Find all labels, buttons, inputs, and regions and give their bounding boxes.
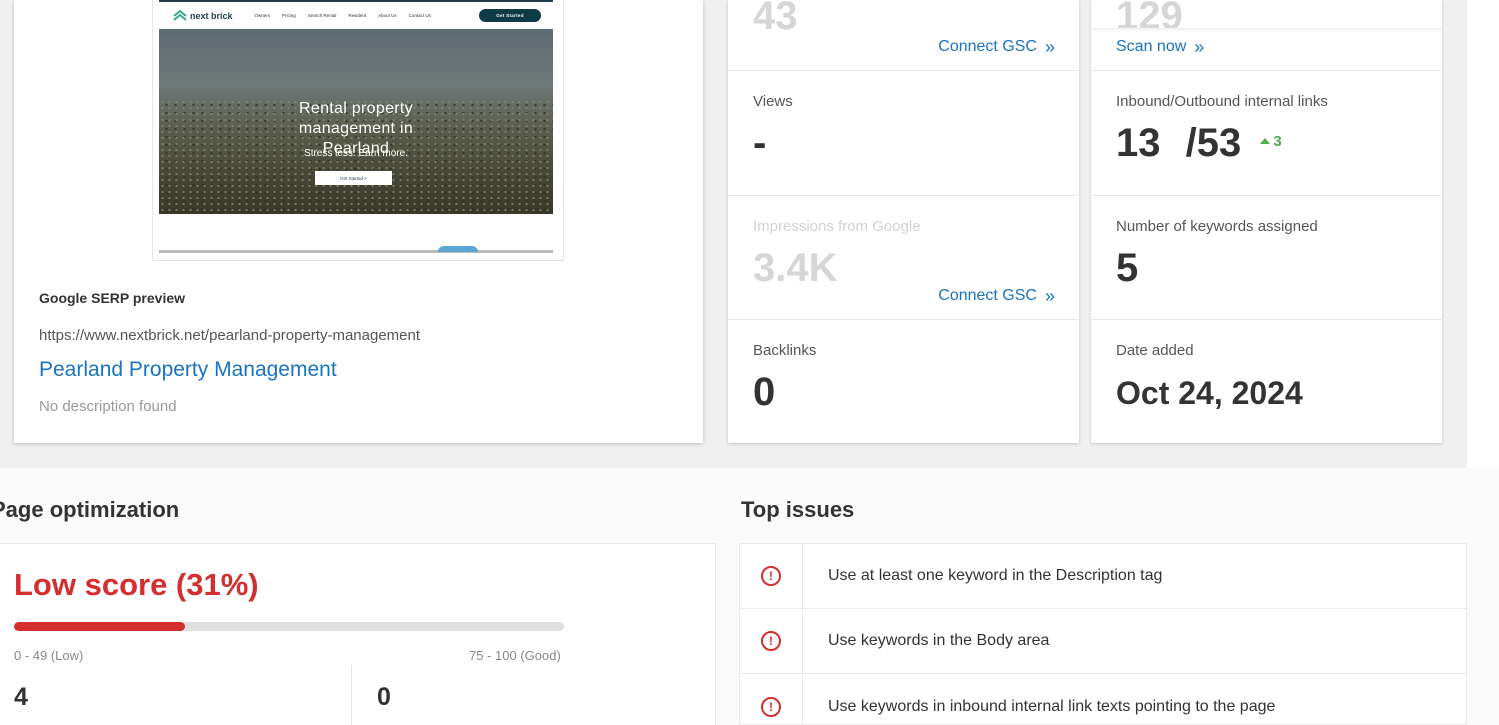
metric-cell-date-added: Date added Oct 24, 2024 <box>1091 320 1442 443</box>
metric-cell-impressions: Impressions from Google 3.4K Connect GSC… <box>728 196 1079 320</box>
thumbnail-hero: Rental property management in Pearland S… <box>159 29 553 214</box>
keywords-label: Number of keywords assigned <box>1116 218 1318 235</box>
thumb-nav-contact: Contact Us <box>408 13 431 18</box>
internal-links-value: 13 /53 3 <box>1116 121 1282 166</box>
thumb-nav-owners: Owners <box>254 13 271 18</box>
issue-text: Use at least one keyword in the Descript… <box>828 567 1163 584</box>
thumbnail-scrollbar <box>159 250 553 253</box>
optimization-score-bar <box>14 622 564 631</box>
issue-row[interactable]: ! Use keywords in inbound internal link … <box>740 674 1466 725</box>
serp-preview-label: Google SERP preview <box>39 290 186 306</box>
metric-cell-views: Views - <box>728 71 1079 196</box>
metrics-column-right: 129 Scan now » Inbound/Outbound internal… <box>1091 0 1442 443</box>
thumbnail-navbar: next brick Owners Pricing Search Rental … <box>159 0 553 29</box>
thumbnail-chat-bubble <box>438 246 478 252</box>
date-added-value: Oct 24, 2024 <box>1116 375 1303 411</box>
logo-chevron-icon <box>173 9 187 21</box>
thumb-nav-search-rental: Search Rental <box>307 13 337 18</box>
metric-cell-internal-links: Inbound/Outbound internal links 13 /53 3 <box>1091 71 1442 196</box>
page-preview-card: next brick Owners Pricing Search Rental … <box>14 0 703 443</box>
top-issues-title: Top issues <box>741 497 855 522</box>
issue-icon-cell: ! <box>740 674 803 725</box>
alert-circle-icon: ! <box>761 631 781 651</box>
scan-now-label: Scan now <box>1116 38 1187 55</box>
serp-description: No description found <box>39 398 177 415</box>
date-added-label: Date added <box>1116 342 1194 359</box>
alert-circle-icon: ! <box>761 566 781 586</box>
internal-links-label: Inbound/Outbound internal links <box>1116 93 1328 110</box>
optimization-score-fill <box>14 622 185 631</box>
backlinks-value: 0 <box>753 370 776 414</box>
site-logo: next brick <box>173 9 233 23</box>
serp-title-link[interactable]: Pearland Property Management <box>39 358 337 382</box>
page-optimization-title: Page optimization <box>0 497 180 522</box>
outbound-links-count: /53 <box>1185 121 1242 165</box>
issue-text: Use keywords in inbound internal link te… <box>828 697 1276 715</box>
stat-divider <box>351 665 352 725</box>
metrics-column-left: 43 Connect GSC » Views - Impressions fro… <box>728 0 1079 443</box>
triangle-up-icon <box>1260 138 1271 144</box>
views-label: Views <box>753 93 793 110</box>
optimization-stat-right: 0 <box>377 683 391 711</box>
thumb-nav-resident: Resident <box>348 13 367 18</box>
hero-button: Get Started > <box>315 171 392 185</box>
connect-gsc-link-top[interactable]: Connect GSC » <box>938 38 1055 56</box>
connect-gsc-label: Connect GSC <box>938 38 1037 55</box>
score-range-good: 75 - 100 (Good) <box>469 648 561 663</box>
optimization-score-label: Low score (31%) <box>14 567 259 602</box>
thumb-get-started: Get Started <box>479 9 541 22</box>
inbound-links-count: 13 <box>1116 121 1161 165</box>
connect-gsc-label: Connect GSC <box>938 287 1037 304</box>
backlinks-label: Backlinks <box>753 342 817 359</box>
alert-circle-icon: ! <box>761 696 781 717</box>
issue-row[interactable]: ! Use keywords in the Body area <box>740 609 1466 674</box>
connect-gsc-link-impressions[interactable]: Connect GSC » <box>938 287 1055 305</box>
links-delta-badge: 3 <box>1260 132 1282 150</box>
impressions-value: 3.4K <box>753 246 838 290</box>
thumb-nav-pricing: Pricing <box>282 13 296 18</box>
issue-icon-cell: ! <box>740 544 803 608</box>
links-delta-value: 3 <box>1273 132 1282 150</box>
double-chevron-right-icon: » <box>1044 37 1055 57</box>
metric-top-value: 43 <box>753 0 798 38</box>
issue-icon-cell: ! <box>740 609 803 673</box>
double-chevron-right-icon: » <box>1194 37 1205 57</box>
impressions-label: Impressions from Google <box>753 218 921 235</box>
optimization-stat-left: 4 <box>14 683 28 711</box>
score-range-low: 0 - 49 (Low) <box>14 648 84 663</box>
page-thumbnail[interactable]: next brick Owners Pricing Search Rental … <box>152 0 564 261</box>
metric-cell-keywords: Number of keywords assigned 5 <box>1091 196 1442 320</box>
metric-cell-gsc-top: 43 Connect GSC » <box>728 0 1079 71</box>
cell-fade <box>1091 28 1442 32</box>
hero-subtitle: Stress less. Earn more. <box>304 148 408 159</box>
metric-cell-scan: 129 Scan now » <box>1091 0 1442 71</box>
thumb-nav-about: About Us <box>378 13 397 18</box>
issue-text: Use keywords in the Body area <box>828 632 1050 649</box>
serp-url: https://www.nextbrick.net/pearland-prope… <box>39 327 421 344</box>
issue-row[interactable]: ! Use at least one keyword in the Descri… <box>740 544 1466 609</box>
keywords-value: 5 <box>1116 246 1139 290</box>
metric-cell-backlinks: Backlinks 0 <box>728 320 1079 443</box>
site-logo-text: next brick <box>190 10 233 21</box>
scan-now-link[interactable]: Scan now » <box>1116 38 1204 56</box>
top-issues-list: ! Use at least one keyword in the Descri… <box>739 543 1467 725</box>
double-chevron-right-icon: » <box>1044 286 1055 306</box>
scan-top-value: 129 <box>1116 0 1183 38</box>
views-value: - <box>753 121 767 165</box>
scroll-gutter <box>1467 0 1499 468</box>
